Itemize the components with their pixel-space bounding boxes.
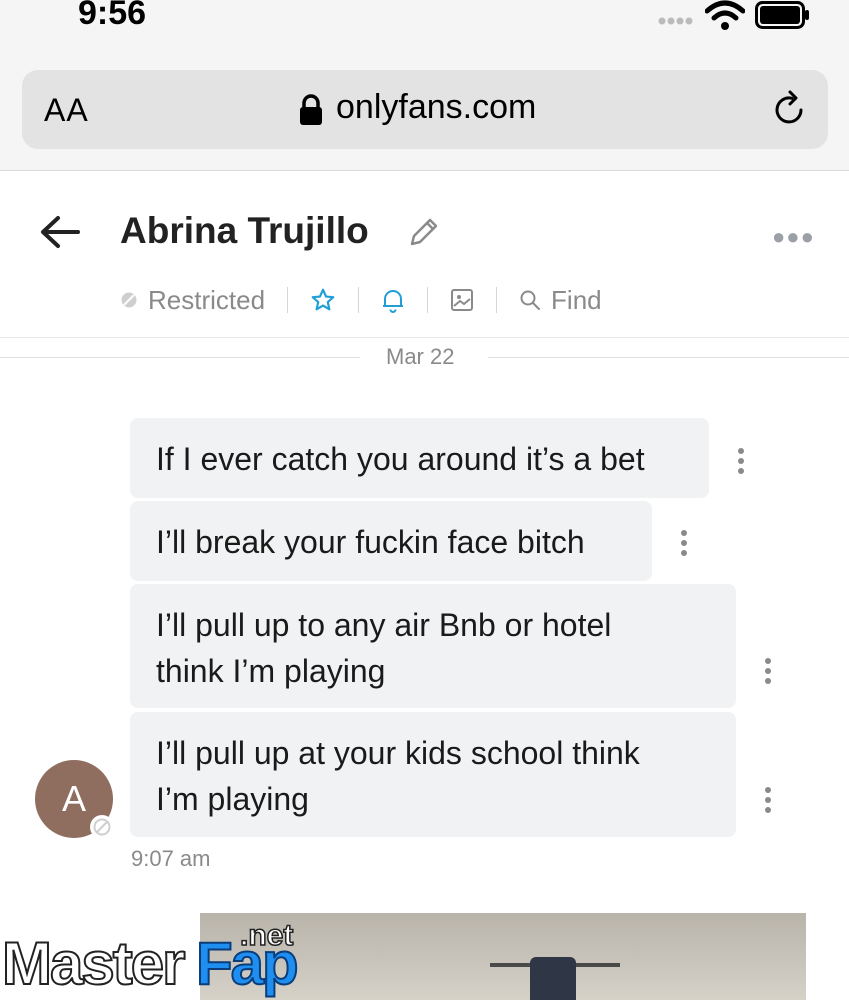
restricted-button[interactable]: Restricted — [120, 285, 265, 316]
toolbar-divider — [496, 287, 498, 313]
message-bubble[interactable]: I’ll break your fuckin face bitch — [130, 501, 652, 581]
message-options-icon[interactable] — [681, 530, 689, 560]
message-options-icon[interactable] — [765, 787, 773, 817]
restricted-icon — [121, 292, 137, 308]
message-text: If I ever catch you around it’s a bet — [156, 441, 645, 477]
star-icon[interactable] — [310, 287, 336, 313]
message-options-icon[interactable] — [765, 658, 773, 688]
toolbar-divider — [358, 287, 360, 313]
chat-contact-name[interactable]: Abrina Trujillo — [120, 210, 369, 252]
lock-icon — [300, 94, 322, 125]
chat-header: Abrina Trujillo ●●● Restricted Find — [0, 172, 849, 338]
restricted-label: Restricted — [148, 284, 266, 315]
text-size-button[interactable]: AA — [44, 92, 89, 129]
message-text-line: I’ll pull up at your kids school think — [156, 735, 640, 771]
message-options-icon[interactable] — [738, 448, 746, 478]
url-text[interactable]: onlyfans.com — [336, 88, 536, 127]
divider-line-right — [488, 357, 849, 358]
watermark-text: .net — [239, 918, 294, 953]
watermark-text: Master — [1, 929, 186, 998]
message-text: I’ll break your fuckin face bitch — [156, 524, 585, 560]
watermark-logo: Master Fap .net — [0, 915, 320, 1000]
reload-icon[interactable] — [770, 90, 810, 130]
more-options-icon[interactable]: ●●● — [772, 224, 815, 250]
message-timestamp: 9:07 am — [131, 846, 211, 871]
find-button[interactable]: Find — [519, 285, 602, 316]
cellular-signal-icon — [658, 17, 693, 25]
status-time: 9:56 — [78, 0, 147, 32]
message-bubble[interactable]: I’ll pull up at your kids school think I… — [130, 712, 736, 837]
message-text-line: I’m playing — [156, 781, 309, 817]
browser-chrome: 9:56 AA onlyfans.com — [0, 0, 849, 171]
date-divider-label: Mar 22 — [386, 344, 455, 369]
edit-pencil-icon[interactable] — [406, 216, 440, 250]
toolbar-divider — [427, 287, 429, 313]
wifi-icon — [705, 0, 745, 30]
url-bar[interactable]: AA onlyfans.com — [22, 70, 828, 149]
find-label: Find — [551, 284, 602, 315]
back-arrow-icon[interactable] — [38, 214, 82, 250]
message-text-line: I’ll pull up to any air Bnb or hotel — [156, 607, 612, 643]
chat-toolbar: Restricted Find — [120, 280, 602, 320]
message-bubble[interactable]: If I ever catch you around it’s a bet — [130, 418, 709, 498]
message-bubble[interactable]: I’ll pull up to any air Bnb or hotel thi… — [130, 584, 736, 708]
gallery-icon[interactable] — [450, 288, 474, 312]
toolbar-divider — [287, 287, 289, 313]
battery-icon — [755, 1, 809, 29]
restricted-badge-icon — [90, 815, 114, 839]
message-text-line: think I’m playing — [156, 653, 386, 689]
search-icon — [520, 290, 541, 310]
divider-line-left — [0, 357, 360, 358]
date-divider: Mar 22 — [0, 340, 849, 374]
bell-icon[interactable] — [381, 287, 405, 313]
curtain — [530, 957, 576, 1000]
